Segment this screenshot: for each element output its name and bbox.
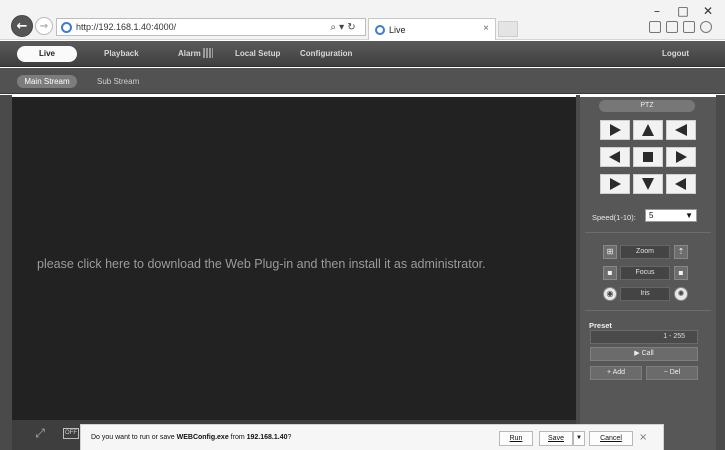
home-icon[interactable] bbox=[649, 21, 661, 33]
ptz-down-left-button[interactable] bbox=[600, 174, 630, 194]
arrow-left-icon bbox=[609, 151, 620, 163]
cancel-button[interactable]: Cancel bbox=[589, 431, 633, 446]
focus-near-button[interactable]: ▪ bbox=[603, 266, 617, 280]
new-tab-button[interactable] bbox=[498, 21, 518, 37]
ptz-down-right-button[interactable] bbox=[666, 174, 696, 194]
minimize-icon[interactable]: – bbox=[648, 4, 666, 18]
back-arrow-icon[interactable]: ← bbox=[11, 15, 33, 37]
focus-far-icon: ▪ bbox=[678, 268, 684, 277]
arrow-right-icon bbox=[610, 124, 621, 136]
chevron-down-icon: ▼ bbox=[685, 211, 693, 220]
run-button[interactable]: Run bbox=[499, 431, 533, 446]
tab-close-icon[interactable]: × bbox=[483, 23, 489, 34]
prompt-suffix: ? bbox=[287, 434, 292, 441]
top-navigation: Live Playback Alarm Local Setup Configur… bbox=[0, 41, 725, 67]
prompt-host: 192.168.1.40 bbox=[246, 434, 288, 441]
close-icon[interactable]: × bbox=[639, 432, 647, 443]
speed-value: 5 bbox=[649, 211, 654, 220]
zoom-out-button[interactable]: ⊞ bbox=[603, 245, 617, 259]
ptz-left-button[interactable] bbox=[600, 147, 630, 167]
alarm-status-icon bbox=[202, 48, 213, 58]
iris-close-icon: ◉ bbox=[606, 289, 614, 298]
iris-open-icon: ✺ bbox=[677, 289, 685, 298]
browser-tab-live[interactable]: Live × bbox=[368, 18, 496, 40]
close-window-icon[interactable]: ✕ bbox=[699, 4, 717, 18]
star-icon[interactable] bbox=[666, 21, 678, 33]
preset-input[interactable]: 1 - 255 bbox=[590, 330, 698, 344]
ptz-up-left-button[interactable] bbox=[600, 120, 630, 140]
iris-close-button[interactable]: ◉ bbox=[603, 287, 617, 301]
forward-arrow-icon[interactable]: → bbox=[35, 17, 53, 35]
preset-call-button[interactable]: ▶ Call bbox=[590, 347, 698, 361]
preset-add-button[interactable]: + Add bbox=[590, 366, 642, 380]
focus-near-icon: ▪ bbox=[607, 268, 613, 277]
divider bbox=[585, 310, 711, 311]
maximize-icon[interactable]: □ bbox=[674, 4, 692, 18]
download-prompt: Do you want to run or save WEBConfig.exe… bbox=[91, 434, 291, 441]
ie-icon bbox=[61, 21, 72, 33]
ptz-up-right-button[interactable] bbox=[666, 120, 696, 140]
url-text: http://192.168.1.40:4000/ bbox=[76, 22, 177, 32]
save-label: Save bbox=[548, 435, 564, 442]
zoom-label: Zoom bbox=[636, 248, 654, 255]
focus-far-button[interactable]: ▪ bbox=[674, 266, 688, 280]
run-label: Run bbox=[509, 435, 523, 442]
arrow-up-left-icon bbox=[675, 124, 687, 136]
prompt-filename: WEBConfig.exe bbox=[176, 434, 229, 441]
zoom-in-icon: ⇡ bbox=[677, 247, 685, 256]
ptz-down-button[interactable] bbox=[633, 174, 663, 194]
nav-configuration[interactable]: Configuration bbox=[300, 46, 352, 62]
prompt-middle: from bbox=[228, 434, 247, 441]
browser-chrome: ← → http://192.168.1.40:4000/ ⌕ ▾ ↻ Live… bbox=[0, 0, 725, 40]
save-button[interactable]: Save bbox=[539, 431, 573, 446]
nav-logout[interactable]: Logout bbox=[662, 46, 689, 62]
zoom-out-icon: ⊞ bbox=[606, 247, 614, 256]
tab-ie-icon bbox=[375, 24, 385, 35]
ptz-stop-button[interactable] bbox=[633, 147, 663, 167]
fullscreen-icon[interactable]: ⤢ bbox=[33, 426, 47, 440]
tab-main-stream[interactable]: Main Stream bbox=[17, 75, 77, 88]
settings-icon[interactable] bbox=[683, 21, 695, 33]
arrow-up-icon bbox=[642, 124, 654, 136]
ptz-title: PTZ bbox=[599, 100, 695, 112]
arrow-right-icon bbox=[610, 178, 621, 190]
nav-alarm-label: Alarm bbox=[178, 49, 201, 58]
speed-label: Speed(1-10): bbox=[592, 213, 636, 222]
address-tools[interactable]: ⌕ ▾ ↻ bbox=[320, 18, 366, 36]
iris-open-button[interactable]: ✺ bbox=[674, 287, 688, 301]
tab-title: Live bbox=[389, 24, 406, 35]
iris-label: Iris bbox=[640, 290, 650, 297]
nav-playback[interactable]: Playback bbox=[104, 46, 139, 62]
preset-delete-button[interactable]: − Del bbox=[646, 366, 698, 380]
focus-label: Focus bbox=[635, 269, 655, 276]
arrow-right-icon bbox=[676, 151, 687, 163]
speed-select[interactable]: 5 ▼ bbox=[645, 209, 697, 222]
divider bbox=[585, 232, 711, 233]
nav-alarm[interactable]: Alarm bbox=[178, 46, 213, 62]
zoom-in-button[interactable]: ⇡ bbox=[674, 245, 688, 259]
download-notification-bar: Do you want to run or save WEBConfig.exe… bbox=[80, 424, 664, 450]
stream-bar: Main Stream Sub Stream bbox=[0, 68, 725, 94]
plugin-download-link[interactable]: please click here to download the Web Pl… bbox=[37, 257, 557, 271]
prompt-prefix: Do you want to run or save bbox=[91, 434, 177, 441]
left-gutter bbox=[0, 95, 12, 450]
ptz-right-button[interactable] bbox=[666, 147, 696, 167]
save-options-chevron-icon[interactable]: ▼ bbox=[573, 431, 585, 446]
browser-toolbar-icons bbox=[649, 21, 712, 33]
nav-local-setup[interactable]: Local Setup bbox=[235, 46, 280, 62]
smiley-icon[interactable] bbox=[700, 21, 712, 33]
stop-square-icon bbox=[643, 152, 653, 162]
nav-live[interactable]: Live bbox=[17, 46, 77, 62]
osd-toggle-icon[interactable]: OFF bbox=[63, 428, 79, 439]
search-refresh-icons[interactable]: ⌕ ▾ ↻ bbox=[330, 22, 355, 33]
arrow-left-icon bbox=[675, 178, 686, 190]
ptz-up-button[interactable] bbox=[633, 120, 663, 140]
tab-sub-stream[interactable]: Sub Stream bbox=[97, 75, 139, 88]
cancel-label: Cancel bbox=[600, 435, 622, 442]
video-viewport[interactable]: please click here to download the Web Pl… bbox=[12, 97, 576, 420]
preset-label: Preset bbox=[589, 321, 612, 330]
right-gutter bbox=[716, 95, 725, 450]
arrow-down-icon bbox=[642, 178, 654, 190]
